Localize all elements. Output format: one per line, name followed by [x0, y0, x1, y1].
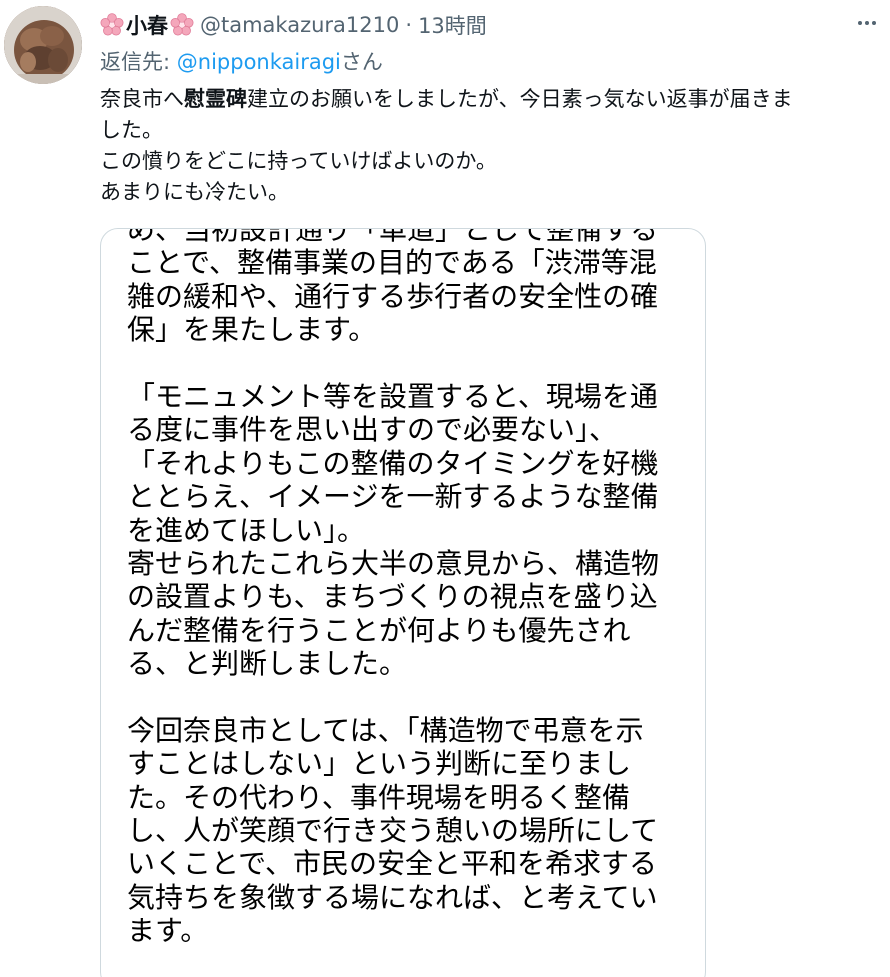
avatar[interactable] [4, 6, 82, 84]
image-text-line: る度に事件を思い出すので必要ない」、 [127, 413, 618, 447]
image-text-line: いくことで、市民の安全と平和を希求する [127, 847, 658, 881]
image-document-text: め、当初設計通り「車道」として整備する ことで、整備事業の目的である「渋滞等混 … [127, 228, 687, 948]
reply-context: 返信先: @nipponkairagiさん [100, 46, 383, 76]
tweet-text-bold: 慰霊碑 [184, 87, 247, 111]
image-text-line: すことはしない」という判断に至りまし [127, 747, 632, 781]
more-options-icon[interactable] [852, 10, 882, 36]
tweet-text: 奈良市へ慰霊碑建立のお願いをしましたが、今日素っ気ない返事が届きま した。 この… [100, 84, 884, 208]
tweet-header: 小春 @tamakazura1210 · 13時間 [100, 10, 487, 40]
reply-prefix: 返信先: [100, 50, 177, 74]
user-handle[interactable]: @tamakazura1210 [200, 13, 399, 37]
image-text-line: 雑の緩和や、通行する歩行者の安全性の確 [127, 279, 659, 313]
image-text-line: んだ整備を行うことが何よりも優先され [127, 613, 631, 647]
image-text-line: 寄せられたこれら大半の意見から、構造物 [127, 546, 660, 580]
timestamp[interactable]: 13時間 [418, 10, 487, 40]
separator-dot: · [405, 13, 413, 37]
image-text-line: ととらえ、イメージを一新するような整備 [127, 480, 659, 514]
image-text-line: を進めてほしい」。 [127, 513, 366, 547]
tweet-line: 奈良市へ慰霊碑建立のお願いをしましたが、今日素っ気ない返事が届きま [100, 84, 884, 115]
image-text-line: し、人が笑顔で行き交う憩いの場所にして [127, 814, 659, 848]
display-name[interactable]: 小春 [126, 10, 168, 40]
image-text-line: 「それよりもこの整備のタイミングを好機 [127, 446, 659, 480]
attached-image[interactable]: め、当初設計通り「車道」として整備する ことで、整備事業の目的である「渋滞等混 … [100, 228, 706, 977]
tweet: 小春 @tamakazura1210 · 13時間 返信先: @nipponka… [0, 0, 890, 977]
tweet-text-segment: 奈良市へ [100, 87, 184, 111]
reply-suffix: さん [340, 50, 383, 74]
image-text-line: ます。 [127, 914, 209, 948]
cherry-blossom-icon [100, 13, 124, 37]
tweet-line: した。 [100, 118, 163, 142]
tweet-line: あまりにも冷たい。 [100, 180, 289, 204]
image-text-line: め、当初設計通り「車道」として整備する [127, 228, 659, 246]
image-text-line: の設置よりも、まちづくりの視点を盛り込 [127, 580, 658, 614]
image-text-line: 保」を果たします。 [127, 313, 377, 347]
image-text-line: ことで、整備事業の目的である「渋滞等混 [127, 246, 657, 280]
reply-mention-link[interactable]: @nipponkairagi [177, 50, 341, 74]
tweet-text-segment: 建立のお願いをしましたが、今日素っ気ない返事が届きま [247, 87, 793, 111]
image-text-line: る、と判断しました。 [127, 647, 408, 681]
image-text-line: 「モニュメント等を設置すると、現場を通 [127, 379, 658, 413]
image-text-line: た。その代わり、事件現場を明るく整備 [127, 780, 630, 814]
image-text-line: 今回奈良市としては、「構造物で弔意を示 [127, 713, 644, 747]
cherry-blossom-icon [170, 13, 194, 37]
tweet-line: この憤りをどこに持っていけばよいのか。 [100, 149, 497, 173]
image-text-line: 気持ちを象徴する場になれば、と考えてい [127, 880, 658, 914]
